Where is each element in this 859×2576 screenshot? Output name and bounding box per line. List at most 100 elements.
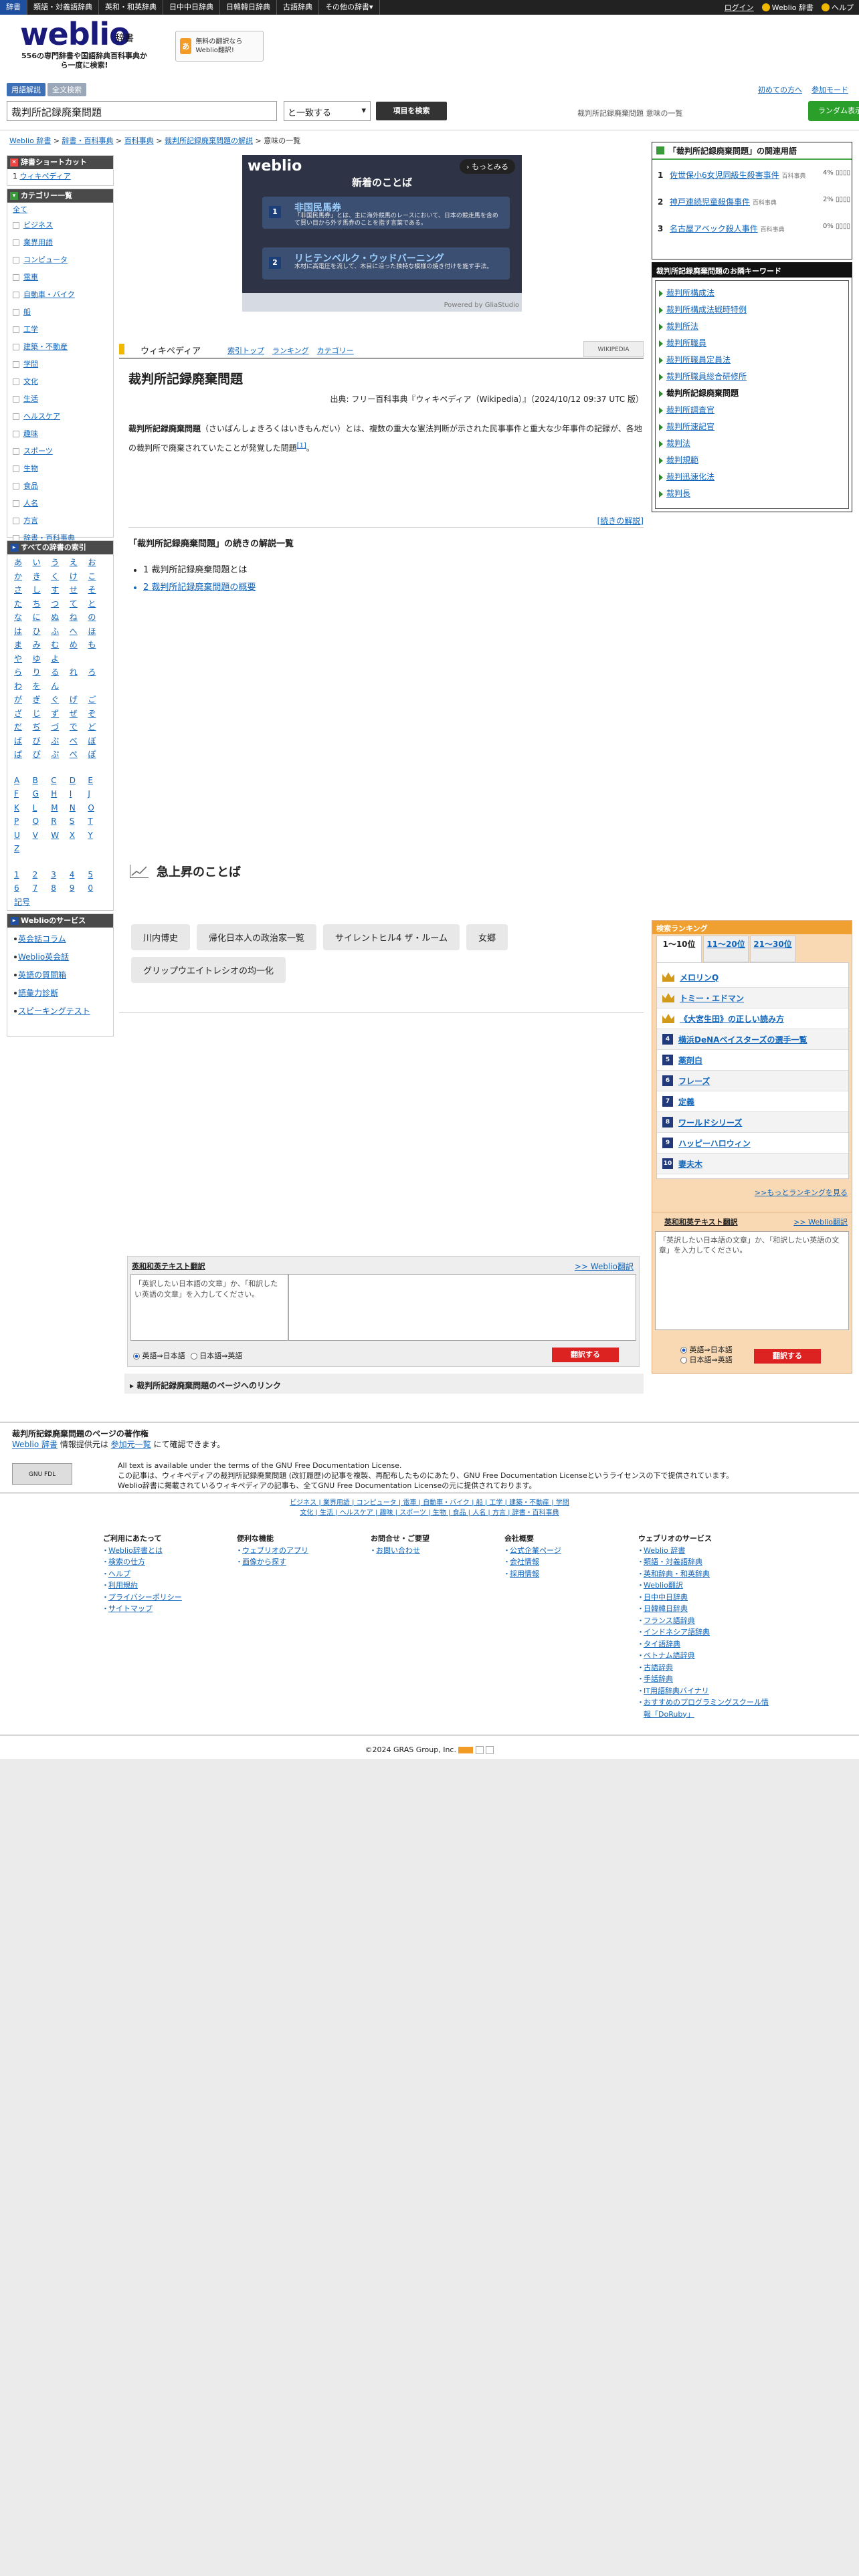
tab-term-explanation[interactable]: 用語解説 <box>7 83 45 96</box>
beginner-link[interactable]: 初めての方へ <box>758 84 802 95</box>
kana-index-link[interactable]: り <box>33 665 52 679</box>
banner-item[interactable]: 1 非国民馬券 「非国民馬券」とは、主に海外競馬のレースにおいて、日本の競走馬を… <box>262 197 510 229</box>
radio-en-ja[interactable]: 英語⇒日本語 <box>133 1350 185 1361</box>
trending-chip[interactable]: 帰化日本人の政治家一覧 <box>197 924 317 950</box>
neighbor-keyword[interactable]: 裁判規範 <box>656 452 848 469</box>
trending-chip[interactable]: 女郷 <box>466 924 508 950</box>
weblio-link[interactable]: Weblio 辞書 <box>12 1440 58 1449</box>
category-item[interactable]: 生活 <box>7 391 113 408</box>
category-item[interactable]: 業界用語 <box>7 234 113 251</box>
kana-index-link[interactable]: よ <box>51 652 70 666</box>
kana-index-link[interactable]: き <box>33 570 52 584</box>
kana-index-link[interactable]: く <box>51 570 70 584</box>
alpha-index-link[interactable]: E <box>88 774 106 788</box>
footer-link[interactable]: ウェブリオのアプリ <box>235 1545 308 1557</box>
neighbor-keyword[interactable]: 裁判所職員 <box>656 335 848 352</box>
category-item[interactable]: 方言 <box>7 512 113 530</box>
kana-index-link[interactable]: ま <box>14 638 33 652</box>
rank-tab-1-10[interactable]: 1〜10位 <box>656 936 702 962</box>
category-item[interactable]: ビジネス <box>7 217 113 234</box>
footer-link[interactable]: サイトマップ <box>102 1603 182 1615</box>
footer-link[interactable]: ベトナム語辞典 <box>637 1650 772 1662</box>
gfdl-logo[interactable]: GNU FDL <box>12 1463 72 1485</box>
digit-index-link[interactable]: 2 <box>33 868 52 882</box>
alpha-index-link[interactable]: L <box>33 801 52 815</box>
kana-index-link[interactable]: ぺ <box>70 748 88 762</box>
related-item[interactable]: 1 佐世保小6女児同級生殺害事件 百科事典 4% ▯▯▯▯ <box>658 169 852 181</box>
kana-index-link[interactable]: ご <box>88 693 106 707</box>
kana-index-link[interactable]: む <box>51 638 70 652</box>
footer-link[interactable]: 手話辞典 <box>637 1673 772 1685</box>
digit-index-link[interactable]: 6 <box>14 881 33 895</box>
footer-link[interactable]: インドネシア語辞典 <box>637 1626 772 1638</box>
category-item[interactable]: 趣味 <box>7 425 113 443</box>
alpha-index-link[interactable]: D <box>70 774 88 788</box>
kana-index-link[interactable]: か <box>14 570 33 584</box>
digit-index-link[interactable]: 1 <box>14 868 33 882</box>
digit-index-link[interactable]: 0 <box>88 881 106 895</box>
radio-ja-en[interactable]: 日本語⇒英語 <box>190 1350 242 1361</box>
service-link[interactable]: 英会話コラム <box>7 930 113 948</box>
service-link[interactable]: 英語の質問箱 <box>7 966 113 984</box>
kana-index-link[interactable]: ひ <box>33 625 52 639</box>
kana-index-link[interactable]: え <box>70 556 88 570</box>
alpha-index-link[interactable]: X <box>70 829 88 843</box>
kana-index-link[interactable]: み <box>33 638 52 652</box>
kana-index-link[interactable]: お <box>88 556 106 570</box>
category-item[interactable]: 建築・不動産 <box>7 338 113 356</box>
related-term[interactable]: 神戸連続児童殺傷事件 <box>670 197 750 207</box>
neighbor-keyword[interactable]: 裁判迅速化法 <box>656 469 848 486</box>
translate-button[interactable]: 翻訳する <box>552 1348 619 1362</box>
digit-index-link[interactable]: 3 <box>51 868 70 882</box>
digit-index-link[interactable]: 7 <box>33 881 52 895</box>
kana-index-link[interactable]: だ <box>14 720 33 734</box>
neighbor-keyword[interactable]: 裁判所職員定員法 <box>656 352 848 368</box>
alpha-index-link[interactable]: T <box>88 815 106 829</box>
top-tab[interactable]: 類語・対義語辞典 <box>27 0 99 15</box>
kana-index-link[interactable]: け <box>70 570 88 584</box>
related-item[interactable]: 3 名古屋アベック殺人事件 百科事典 0% ▯▯▯▯ <box>658 223 852 234</box>
alpha-index-link[interactable]: G <box>33 787 52 801</box>
share-icon[interactable] <box>475 1746 484 1754</box>
category-item[interactable]: 人名 <box>7 495 113 512</box>
kana-index-link[interactable]: わ <box>14 679 33 693</box>
kana-index-link[interactable]: と <box>88 597 106 611</box>
alpha-index-link[interactable]: U <box>14 829 33 843</box>
kana-index-link[interactable]: て <box>70 597 88 611</box>
kana-index-link[interactable]: ぼ <box>88 734 106 748</box>
ranking-item[interactable]: 《大宮生田》の正しい読み方 <box>657 1008 848 1029</box>
ranking-item[interactable]: 10 妻夫木 <box>657 1154 848 1174</box>
footer-category-links[interactable]: ビジネス | 業界用語 | コンピュータ | 電車 | 自動車・バイク | 船 … <box>262 1498 597 1508</box>
ranking-item[interactable]: 7 定義 <box>657 1091 848 1112</box>
kana-index-link[interactable]: ば <box>14 734 33 748</box>
top-tab[interactable]: その他の辞書▾ <box>319 0 380 15</box>
kana-index-link[interactable]: ぶ <box>51 734 70 748</box>
radio-ja-en[interactable]: 日本語⇒英語 <box>680 1355 733 1365</box>
page-link-toggle[interactable]: ▸ 裁判所記録廃棄問題のページへのリンク <box>124 1374 644 1394</box>
neighbor-keyword[interactable]: 裁判法 <box>656 435 848 452</box>
ranking-item[interactable]: 5 薬剤白 <box>657 1050 848 1071</box>
breadcrumb-item[interactable]: Weblio 辞書 <box>9 136 51 145</box>
footer-link[interactable]: プライバシーポリシー <box>102 1592 182 1604</box>
side-translate-link[interactable]: >> Weblio翻訳 <box>793 1216 848 1227</box>
kana-index-link[interactable]: ほ <box>88 625 106 639</box>
kana-index-link[interactable]: を <box>33 679 52 693</box>
footer-link[interactable]: 会社情報 <box>503 1556 561 1568</box>
footer-link[interactable]: 検索の仕方 <box>102 1556 182 1568</box>
login-link[interactable]: ログイン <box>725 2 754 13</box>
top-tab[interactable]: 英和・和英辞典 <box>99 0 163 15</box>
footer-category-links[interactable]: 文化 | 生活 | ヘルスケア | 趣味 | スポーツ | 生物 | 食品 | … <box>262 1508 597 1518</box>
breadcrumb-item[interactable]: 百科事典 <box>124 136 154 145</box>
footer-link[interactable]: 日韓韓日辞典 <box>637 1603 772 1615</box>
trending-chip[interactable]: グリップウエイトレシオの均一化 <box>131 957 286 983</box>
top-tab[interactable]: 辞書 <box>0 0 27 15</box>
ranking-item[interactable]: 4 横浜DeNAベイスターズの選手一覧 <box>657 1029 848 1050</box>
category-item[interactable]: ヘルスケア <box>7 408 113 425</box>
alpha-index-link[interactable]: F <box>14 787 33 801</box>
shortcut-item[interactable]: 1 ウィキペディア <box>7 169 113 183</box>
alpha-index-link[interactable]: I <box>70 787 88 801</box>
digit-index-link[interactable]: 記号 <box>14 895 33 909</box>
ranking-item[interactable]: 6 フレーズ <box>657 1071 848 1091</box>
footer-link[interactable]: 英和辞典・和英辞典 <box>637 1568 772 1580</box>
kana-index-link[interactable]: も <box>88 638 106 652</box>
